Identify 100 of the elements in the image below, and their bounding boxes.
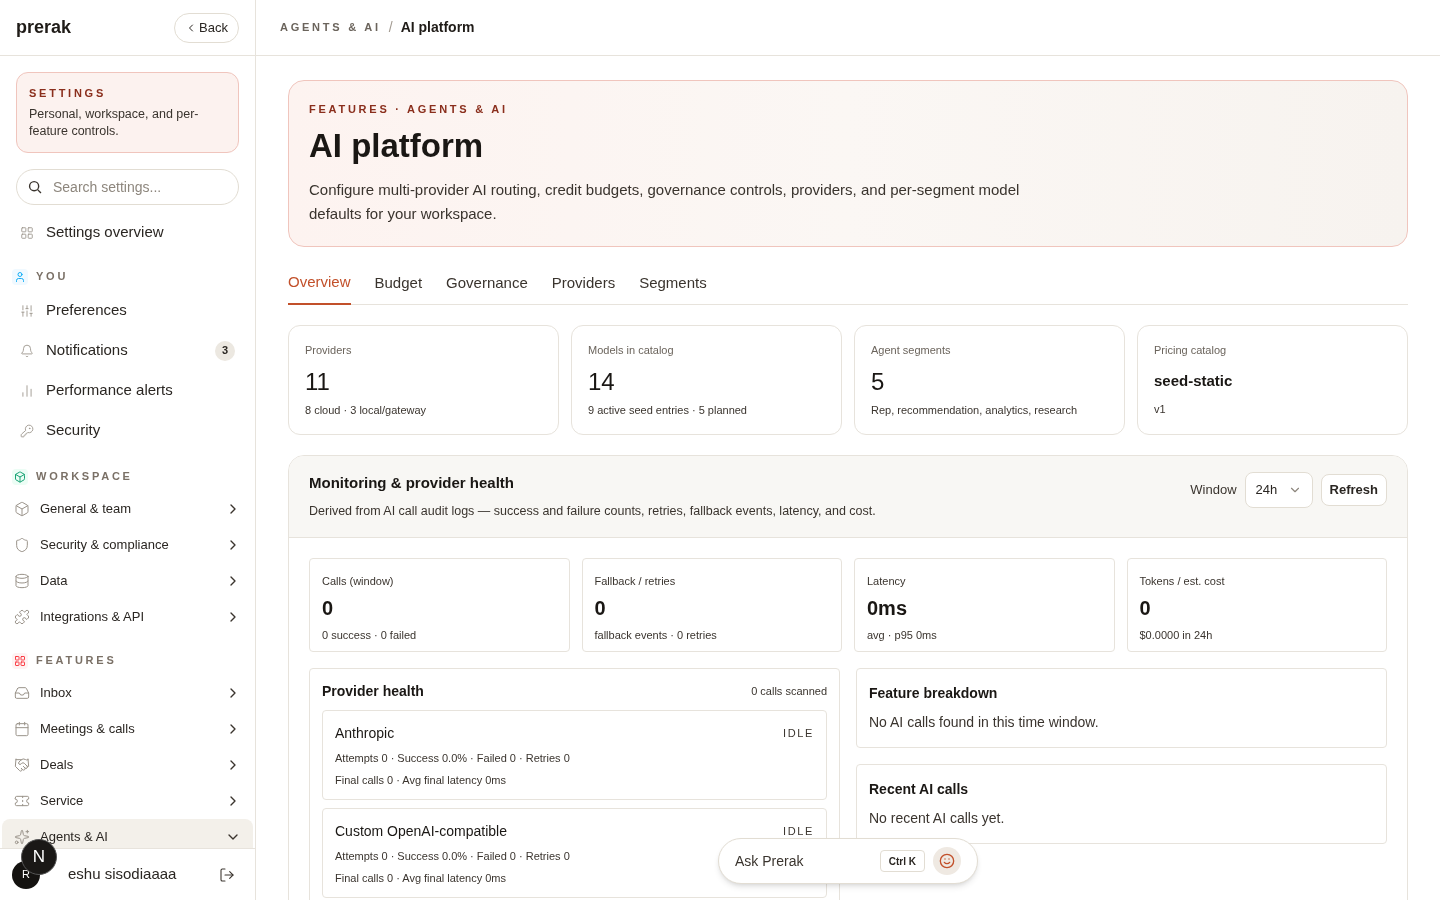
item-label: Security & compliance [40, 535, 170, 554]
metric-value: 0 [1139, 596, 1152, 622]
user-name: eshu sisodiaaaa [68, 864, 178, 885]
tab[interactable]: Budget [374, 270, 423, 305]
tab[interactable]: Overview [288, 270, 351, 305]
card-title: Recent AI calls [869, 779, 970, 799]
metric-label: Tokens / est. cost [1139, 573, 1226, 589]
tab[interactable]: Governance [446, 270, 528, 305]
tab[interactable]: Providers [551, 270, 616, 305]
sliders-icon [20, 303, 34, 318]
sidebar-item[interactable]: Security [0, 410, 255, 451]
cube-icon [14, 500, 30, 517]
sidebar-item[interactable]: Meetings & calls [2, 710, 253, 747]
item-label: Deals [40, 755, 75, 774]
sidebar-item[interactable]: Performance alerts [0, 370, 255, 411]
sidebar-item[interactable]: General & team [2, 490, 253, 527]
section-heading: FEATURES [36, 653, 117, 669]
sidebar-item[interactable]: Notifications 3 [0, 330, 255, 371]
item-label: Settings overview [46, 222, 164, 243]
empty-state-text: No recent AI calls yet. [869, 808, 1006, 828]
stat-note: v1 [1154, 401, 1167, 417]
page-title: AI platform [309, 125, 485, 166]
sidebar-item[interactable]: Preferences [0, 290, 255, 331]
sidebar-item[interactable]: Settings overview [0, 212, 255, 253]
calendar-icon [14, 720, 30, 737]
shield-icon [14, 536, 30, 553]
cube-icon [12, 468, 28, 485]
metric-note: avg · p95 0ms [867, 628, 938, 644]
metric-note: 0 success · 0 failed [322, 628, 418, 644]
empty-state-text: No AI calls found in this time window. [869, 712, 1100, 732]
count-badge: 3 [215, 340, 235, 361]
provider-stats: Attempts 0 · Success 0.0% · Failed 0 · Retries 0 [335, 848, 570, 864]
sparkles-icon [14, 828, 30, 845]
sidebar-item[interactable]: Data [2, 562, 253, 599]
breadcrumb-link[interactable]: AGENTS & AI [280, 19, 381, 36]
provider-name: Custom OpenAI-compatible [335, 821, 507, 841]
provider-status: IDLE [782, 824, 814, 839]
metric-label: Calls (window) [322, 573, 395, 589]
smile-icon[interactable] [933, 847, 961, 875]
brand-name: prerak [16, 16, 72, 39]
refresh-button[interactable]: Refresh [1320, 473, 1387, 506]
stat-value: 5 [871, 367, 886, 397]
window-select[interactable]: 24h [1244, 471, 1313, 508]
provider-stats: Attempts 0 · Success 0.0% · Failed 0 · Retries 0 [335, 750, 570, 766]
sidebar-item[interactable]: Service [2, 782, 253, 819]
metric-note: fallback events · 0 retries [594, 628, 718, 644]
metric-label: Fallback / retries [594, 573, 677, 589]
item-label: Preferences [46, 300, 128, 321]
sidebar-item[interactable]: Deals [2, 746, 253, 783]
stat-label: Providers [305, 342, 353, 358]
provider-status: IDLE [782, 726, 814, 741]
tab[interactable]: Segments [639, 270, 707, 305]
section-heading: YOU [36, 269, 69, 285]
provider-stats: Final calls 0 · Avg final latency 0ms [335, 871, 506, 887]
item-label: General & team [40, 499, 133, 518]
ask-label: Ask Prerak [735, 851, 805, 871]
item-label: Notifications [46, 340, 129, 361]
database-icon [14, 572, 30, 589]
grid-icon [12, 652, 28, 669]
breadcrumb-current: AI platform [400, 18, 475, 37]
bell-icon [20, 343, 34, 358]
stat-label: Models in catalog [588, 342, 675, 358]
item-label: Data [40, 571, 69, 590]
stat-label: Pricing catalog [1154, 342, 1228, 358]
section-heading: WORKSPACE [36, 469, 133, 485]
search-icon [28, 179, 42, 194]
card-title: Feature breakdown [869, 683, 999, 703]
metric-note: $0.0000 in 24h [1139, 628, 1214, 644]
sidebar-item[interactable]: Security & compliance [2, 526, 253, 563]
item-label: Security [46, 420, 102, 441]
panel-title: Monitoring & provider health [309, 472, 515, 493]
search-field[interactable]: Search settings... [16, 168, 239, 205]
breadcrumb-separator: / [388, 18, 393, 37]
stat-note: 8 cloud · 3 local/gateway [305, 403, 428, 418]
ask-bar[interactable]: Ask Prerak Ctrl K [718, 838, 978, 884]
shortcut-key: Ctrl K [879, 850, 925, 872]
window-label: Window [1190, 480, 1237, 499]
item-label: Inbox [40, 683, 73, 702]
bar-chart-icon [20, 383, 34, 398]
sidebar-item[interactable]: Integrations & API [2, 598, 253, 635]
card-text: Personal, workspace, and per-feature controls. [29, 105, 200, 140]
stat-label: Agent segments [871, 342, 952, 358]
inbox-icon [14, 684, 30, 701]
key-icon [20, 423, 34, 438]
card-title: Provider health [322, 681, 424, 701]
item-label: Integrations & API [40, 607, 146, 626]
item-label: Service [40, 791, 85, 810]
stat-value: 14 [588, 367, 616, 397]
stat-value: 11 [305, 367, 331, 397]
metric-value: 0ms [867, 596, 909, 622]
handshake-icon [14, 756, 30, 773]
item-label: Meetings & calls [40, 719, 136, 738]
sidebar-item[interactable]: Inbox [2, 674, 253, 711]
calls-scanned: 0 calls scanned [751, 684, 827, 699]
page-description: Configure multi-provider AI routing, credit budgets, governance controls, providers, and per-segment model defaults for your workspace. [309, 179, 1021, 224]
stat-value: seed-static [1154, 371, 1234, 391]
stat-note: 9 active seed entries · 5 planned [588, 403, 748, 418]
puzzle-icon [14, 608, 30, 625]
stat-note: Rep, recommendation, analytics, research [871, 403, 1079, 418]
logout-icon[interactable] [219, 866, 235, 883]
